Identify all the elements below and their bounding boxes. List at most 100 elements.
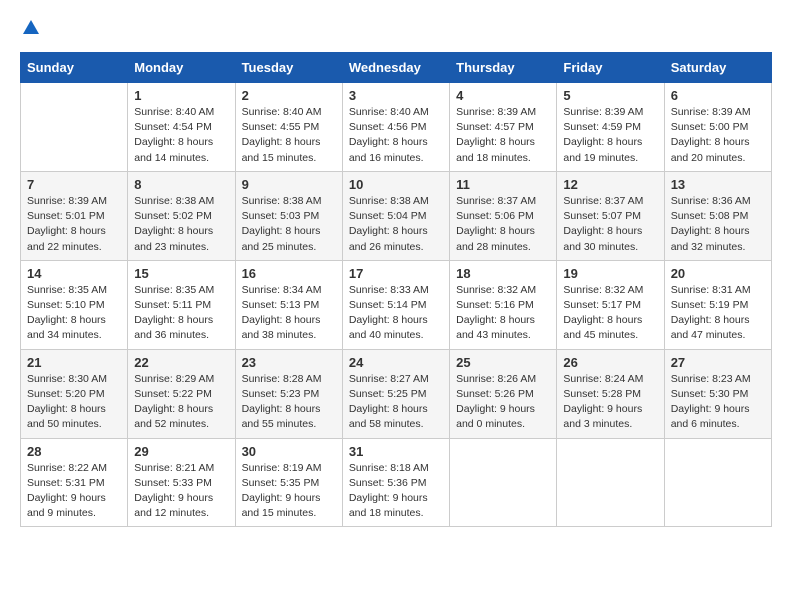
day-number: 31 (349, 444, 443, 459)
day-info: Sunrise: 8:38 AM Sunset: 5:04 PM Dayligh… (349, 194, 443, 255)
day-number: 22 (134, 355, 228, 370)
calendar-cell: 26Sunrise: 8:24 AM Sunset: 5:28 PM Dayli… (557, 349, 664, 438)
day-info: Sunrise: 8:39 AM Sunset: 4:59 PM Dayligh… (563, 105, 657, 166)
logo (20, 20, 39, 36)
calendar-cell (664, 438, 771, 527)
calendar-row-2: 14Sunrise: 8:35 AM Sunset: 5:10 PM Dayli… (21, 260, 772, 349)
calendar-header-saturday: Saturday (664, 53, 771, 83)
calendar-cell: 13Sunrise: 8:36 AM Sunset: 5:08 PM Dayli… (664, 171, 771, 260)
calendar-row-3: 21 Sunrise: 8:30 AM Sunset: 5:20 PM Dayli… (21, 349, 772, 438)
calendar-cell: 9Sunrise: 8:38 AM Sunset: 5:03 PM Daylig… (235, 171, 342, 260)
day-info: Sunrise: 8:40 AM Sunset: 4:54 PM Dayligh… (134, 105, 228, 166)
day-number: 16 (242, 266, 336, 281)
calendar-header-row: SundayMondayTuesdayWednesdayThursdayFrid… (21, 53, 772, 83)
day-number: 24 (349, 355, 443, 370)
logo-triangle-icon (23, 20, 39, 34)
day-info: Sunrise: 8:27 AM Sunset: 5:25 PM Dayligh… (349, 372, 443, 433)
calendar-cell: 11 Sunrise: 8:37 AM Sunset: 5:06 PM Dayli… (450, 171, 557, 260)
day-number: 6 (671, 88, 765, 103)
page-header (20, 20, 772, 36)
day-number: 7 (27, 177, 121, 192)
day-info: Sunrise: 8:33 AM Sunset: 5:14 PM Dayligh… (349, 283, 443, 344)
day-number: 5 (563, 88, 657, 103)
calendar-row-0: 1 Sunrise: 8:40 AM Sunset: 4:54 PM Daylig… (21, 83, 772, 172)
calendar-cell: 21 Sunrise: 8:30 AM Sunset: 5:20 PM Dayli… (21, 349, 128, 438)
calendar-cell: 16 Sunrise: 8:34 AM Sunset: 5:13 PM Dayli… (235, 260, 342, 349)
day-number: 1 (134, 88, 228, 103)
calendar-cell: 8Sunrise: 8:38 AM Sunset: 5:02 PM Daylig… (128, 171, 235, 260)
calendar-cell: 5 Sunrise: 8:39 AM Sunset: 4:59 PM Daylig… (557, 83, 664, 172)
day-info: Sunrise: 8:37 AM Sunset: 5:07 PM Dayligh… (563, 194, 657, 255)
calendar-cell: 10Sunrise: 8:38 AM Sunset: 5:04 PM Dayli… (342, 171, 449, 260)
day-info: Sunrise: 8:37 AM Sunset: 5:06 PM Dayligh… (456, 194, 550, 255)
day-number: 29 (134, 444, 228, 459)
calendar-cell: 17 Sunrise: 8:33 AM Sunset: 5:14 PM Dayli… (342, 260, 449, 349)
calendar-cell: 15 Sunrise: 8:35 AM Sunset: 5:11 PM Dayli… (128, 260, 235, 349)
day-number: 20 (671, 266, 765, 281)
day-info: Sunrise: 8:40 AM Sunset: 4:56 PM Dayligh… (349, 105, 443, 166)
calendar-table: SundayMondayTuesdayWednesdayThursdayFrid… (20, 52, 772, 527)
day-number: 18 (456, 266, 550, 281)
day-number: 25 (456, 355, 550, 370)
calendar-header-tuesday: Tuesday (235, 53, 342, 83)
day-number: 15 (134, 266, 228, 281)
day-number: 9 (242, 177, 336, 192)
calendar-cell: 18 Sunrise: 8:32 AM Sunset: 5:16 PM Dayli… (450, 260, 557, 349)
calendar-cell: 29 Sunrise: 8:21 AM Sunset: 5:33 PM Dayli… (128, 438, 235, 527)
calendar-cell (21, 83, 128, 172)
day-number: 11 (456, 177, 550, 192)
day-info: Sunrise: 8:32 AM Sunset: 5:16 PM Dayligh… (456, 283, 550, 344)
calendar-header-monday: Monday (128, 53, 235, 83)
day-number: 19 (563, 266, 657, 281)
day-info: Sunrise: 8:34 AM Sunset: 5:13 PM Dayligh… (242, 283, 336, 344)
calendar-cell: 4 Sunrise: 8:39 AM Sunset: 4:57 PM Daylig… (450, 83, 557, 172)
calendar-cell: 20 Sunrise: 8:31 AM Sunset: 5:19 PM Dayli… (664, 260, 771, 349)
calendar-header-sunday: Sunday (21, 53, 128, 83)
day-info: Sunrise: 8:40 AM Sunset: 4:55 PM Dayligh… (242, 105, 336, 166)
day-info: Sunrise: 8:39 AM Sunset: 5:01 PM Dayligh… (27, 194, 121, 255)
day-info: Sunrise: 8:38 AM Sunset: 5:02 PM Dayligh… (134, 194, 228, 255)
day-number: 12 (563, 177, 657, 192)
calendar-cell: 28Sunrise: 8:22 AM Sunset: 5:31 PM Dayli… (21, 438, 128, 527)
day-info: Sunrise: 8:31 AM Sunset: 5:19 PM Dayligh… (671, 283, 765, 344)
day-number: 23 (242, 355, 336, 370)
calendar-cell: 7 Sunrise: 8:39 AM Sunset: 5:01 PM Daylig… (21, 171, 128, 260)
calendar-cell: 22Sunrise: 8:29 AM Sunset: 5:22 PM Dayli… (128, 349, 235, 438)
day-info: Sunrise: 8:39 AM Sunset: 5:00 PM Dayligh… (671, 105, 765, 166)
day-info: Sunrise: 8:19 AM Sunset: 5:35 PM Dayligh… (242, 461, 336, 522)
day-info: Sunrise: 8:39 AM Sunset: 4:57 PM Dayligh… (456, 105, 550, 166)
calendar-cell: 25 Sunrise: 8:26 AM Sunset: 5:26 PM Dayli… (450, 349, 557, 438)
calendar-cell: 14Sunrise: 8:35 AM Sunset: 5:10 PM Dayli… (21, 260, 128, 349)
day-number: 27 (671, 355, 765, 370)
day-info: Sunrise: 8:21 AM Sunset: 5:33 PM Dayligh… (134, 461, 228, 522)
day-info: Sunrise: 8:24 AM Sunset: 5:28 PM Dayligh… (563, 372, 657, 433)
day-number: 3 (349, 88, 443, 103)
calendar-cell: 31Sunrise: 8:18 AM Sunset: 5:36 PM Dayli… (342, 438, 449, 527)
calendar-header-thursday: Thursday (450, 53, 557, 83)
calendar-cell: 2Sunrise: 8:40 AM Sunset: 4:55 PM Daylig… (235, 83, 342, 172)
calendar-row-4: 28Sunrise: 8:22 AM Sunset: 5:31 PM Dayli… (21, 438, 772, 527)
day-info: Sunrise: 8:26 AM Sunset: 5:26 PM Dayligh… (456, 372, 550, 433)
calendar-cell: 30 Sunrise: 8:19 AM Sunset: 5:35 PM Dayli… (235, 438, 342, 527)
calendar-cell: 23 Sunrise: 8:28 AM Sunset: 5:23 PM Dayli… (235, 349, 342, 438)
day-info: Sunrise: 8:30 AM Sunset: 5:20 PM Dayligh… (27, 372, 121, 433)
day-number: 13 (671, 177, 765, 192)
day-number: 4 (456, 88, 550, 103)
calendar-header-friday: Friday (557, 53, 664, 83)
calendar-cell: 24 Sunrise: 8:27 AM Sunset: 5:25 PM Dayli… (342, 349, 449, 438)
calendar-cell (557, 438, 664, 527)
calendar-cell: 3 Sunrise: 8:40 AM Sunset: 4:56 PM Daylig… (342, 83, 449, 172)
day-number: 30 (242, 444, 336, 459)
day-info: Sunrise: 8:35 AM Sunset: 5:11 PM Dayligh… (134, 283, 228, 344)
day-info: Sunrise: 8:35 AM Sunset: 5:10 PM Dayligh… (27, 283, 121, 344)
calendar-cell: 27Sunrise: 8:23 AM Sunset: 5:30 PM Dayli… (664, 349, 771, 438)
day-info: Sunrise: 8:28 AM Sunset: 5:23 PM Dayligh… (242, 372, 336, 433)
calendar-header-wednesday: Wednesday (342, 53, 449, 83)
day-number: 17 (349, 266, 443, 281)
calendar-row-1: 7 Sunrise: 8:39 AM Sunset: 5:01 PM Daylig… (21, 171, 772, 260)
day-info: Sunrise: 8:32 AM Sunset: 5:17 PM Dayligh… (563, 283, 657, 344)
day-number: 28 (27, 444, 121, 459)
calendar-cell: 12 Sunrise: 8:37 AM Sunset: 5:07 PM Dayli… (557, 171, 664, 260)
calendar-cell: 19 Sunrise: 8:32 AM Sunset: 5:17 PM Dayli… (557, 260, 664, 349)
day-number: 21 (27, 355, 121, 370)
